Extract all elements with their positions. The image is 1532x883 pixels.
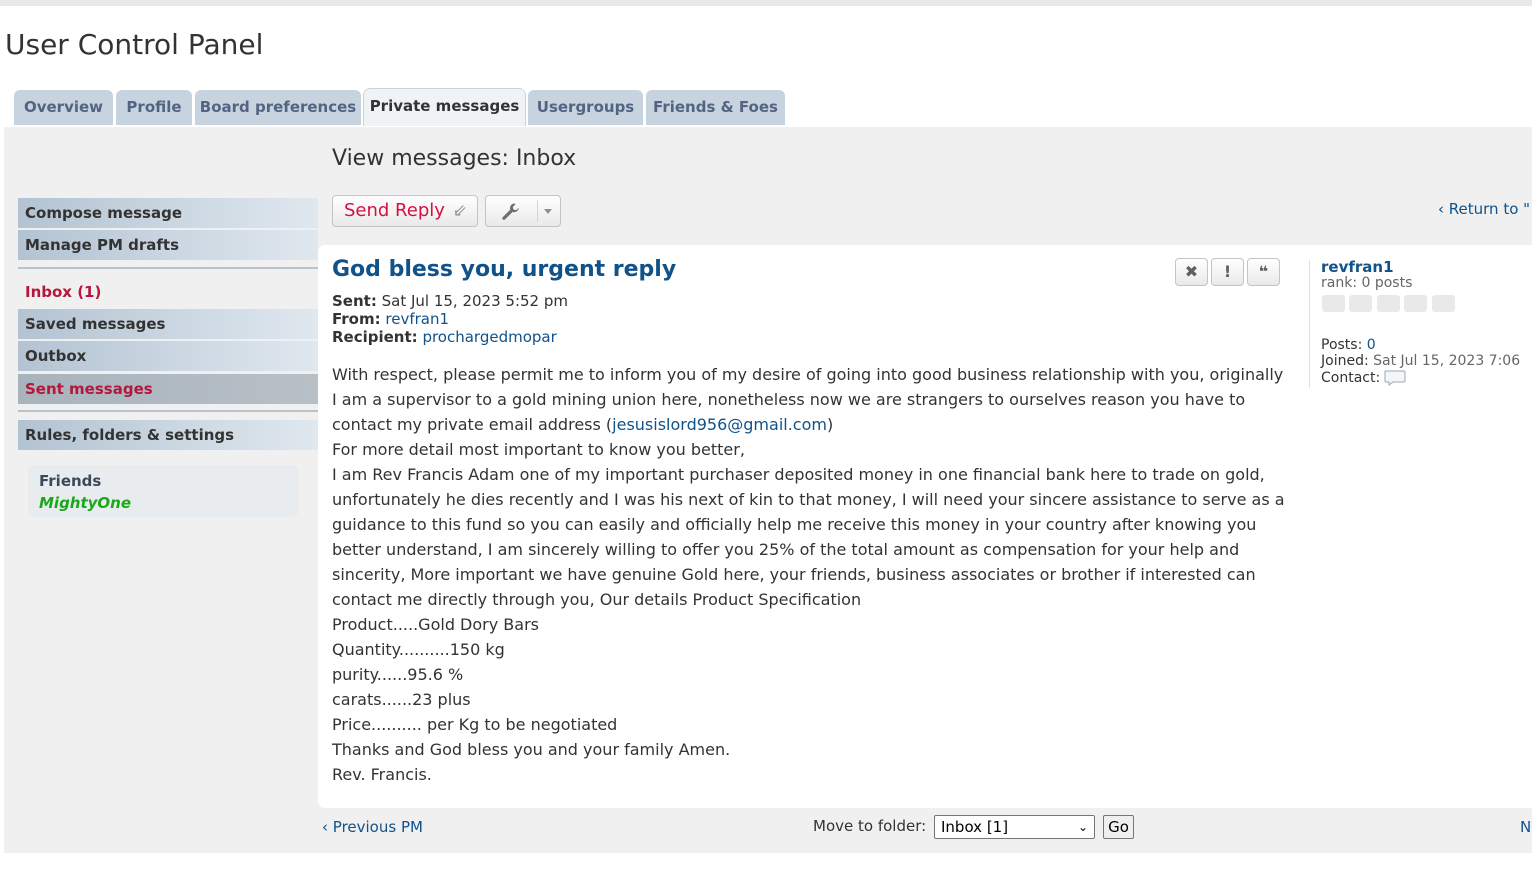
- recipient-label: Recipient:: [332, 328, 418, 346]
- chevron-down-icon: ⌄: [1077, 820, 1088, 834]
- sidebar-item-outbox[interactable]: Outbox: [18, 341, 318, 371]
- joined-value: Sat Jul 15, 2023 7:06: [1373, 353, 1521, 369]
- wrench-icon: [502, 203, 519, 220]
- sidebar-divider: [18, 410, 318, 412]
- delete-message-button[interactable]: ✖: [1175, 258, 1208, 286]
- rank-star-icon: [1377, 295, 1400, 312]
- contact-label: Contact:: [1321, 370, 1381, 386]
- author-contact: Contact:: [1321, 370, 1380, 386]
- message-line: purity......95.6 %: [332, 665, 464, 684]
- message-line: I am Rev Francis Adam one of my importan…: [332, 465, 1285, 609]
- author-rank: rank: 0 posts: [1321, 275, 1413, 291]
- author-posts: Posts: 0: [1321, 337, 1376, 353]
- message-paragraph: With respect, please permit me to inform…: [332, 362, 1292, 437]
- return-label: Return to ": [1448, 200, 1531, 218]
- folder-select[interactable]: Inbox [1] ⌄: [934, 815, 1095, 839]
- from-user-link[interactable]: revfran1: [385, 310, 449, 328]
- sidebar-item-inbox[interactable]: Inbox (1): [18, 277, 318, 307]
- next-pm-link[interactable]: N: [1520, 818, 1531, 836]
- sidebar-divider: [18, 267, 318, 269]
- message-line: For more detail most important to know y…: [332, 440, 745, 459]
- message-line: Thanks and God bless you and your family…: [332, 740, 731, 759]
- message-line: Product.....Gold Dory Bars: [332, 615, 539, 634]
- sidebar-item-rules-folders-settings[interactable]: Rules, folders & settings: [18, 420, 318, 450]
- from-info: From: revfran1: [332, 310, 449, 328]
- go-button[interactable]: Go: [1103, 815, 1134, 839]
- body-intro-end: ): [826, 415, 834, 434]
- quote-icon: ❝: [1258, 262, 1269, 281]
- from-label: From:: [332, 310, 381, 328]
- close-icon: ✖: [1184, 262, 1199, 281]
- posts-count-link[interactable]: 0: [1367, 337, 1376, 353]
- sidebar-item-sent-messages[interactable]: Sent messages: [18, 374, 318, 404]
- joined-label: Joined:: [1321, 353, 1369, 369]
- reply-arrow-icon: ⇙: [452, 201, 467, 221]
- recipient-user-link[interactable]: prochargedmopar: [422, 328, 556, 346]
- send-reply-button[interactable]: Send Reply ⇙: [332, 195, 478, 227]
- email-link[interactable]: jesusislord956@gmail.com: [612, 415, 827, 434]
- message-body: With respect, please permit me to inform…: [332, 362, 1292, 787]
- return-link[interactable]: ‹ Return to ": [1438, 200, 1530, 218]
- rank-star-icon: [1349, 295, 1372, 312]
- tab-usergroups[interactable]: Usergroups: [528, 90, 643, 125]
- folder-select-value: Inbox [1]: [941, 818, 1009, 836]
- tab-overview[interactable]: Overview: [14, 90, 113, 125]
- message-subject[interactable]: God bless you, urgent reply: [332, 257, 676, 282]
- sent-label: Sent:: [332, 292, 377, 310]
- view-title: View messages: Inbox: [332, 146, 577, 171]
- previous-pm-link[interactable]: ‹ Previous PM: [322, 818, 423, 836]
- sidebar-item-manage-pm-drafts[interactable]: Manage PM drafts: [18, 230, 318, 260]
- posts-label: Posts:: [1321, 337, 1363, 353]
- friends-title: Friends: [39, 472, 102, 490]
- top-bar: [0, 0, 1532, 6]
- chevron-down-icon: [544, 209, 552, 214]
- dropdown-divider: [537, 200, 538, 222]
- friends-list-box: Friends MightyOne: [28, 465, 298, 517]
- rank-star-icon: [1432, 295, 1455, 312]
- rank-star-icon: [1404, 295, 1427, 312]
- tools-dropdown-button[interactable]: [485, 195, 561, 227]
- quote-message-button[interactable]: ❝: [1247, 258, 1280, 286]
- chevron-left-icon: ‹: [1438, 200, 1449, 218]
- sidebar-item-compose-message[interactable]: Compose message: [18, 198, 318, 228]
- chevron-left-icon: ‹: [322, 818, 333, 836]
- message-line: Quantity..........150 kg: [332, 640, 505, 659]
- recipient-info: Recipient: prochargedmopar: [332, 328, 557, 346]
- friend-link[interactable]: MightyOne: [39, 494, 131, 512]
- message-line: Price.......... per Kg to be negotiated: [332, 715, 618, 734]
- tab-profile[interactable]: Profile: [116, 90, 192, 125]
- report-message-button[interactable]: !: [1211, 258, 1244, 286]
- send-reply-label: Send Reply: [344, 200, 445, 221]
- tab-board-preferences[interactable]: Board preferences: [195, 90, 361, 125]
- message-line: carats......23 plus: [332, 690, 471, 709]
- profile-divider: [1309, 260, 1310, 388]
- sidebar-item-saved-messages[interactable]: Saved messages: [18, 309, 318, 339]
- contact-speech-bubble-icon[interactable]: [1384, 370, 1406, 386]
- sent-info: Sent: Sat Jul 15, 2023 5:52 pm: [332, 292, 568, 310]
- move-to-folder-label: Move to folder:: [813, 817, 927, 835]
- tab-friends-foes[interactable]: Friends & Foes: [646, 90, 785, 125]
- author-joined: Joined: Sat Jul 15, 2023 7:06: [1321, 353, 1520, 369]
- exclamation-icon: !: [1223, 262, 1232, 281]
- tab-private-messages[interactable]: Private messages: [364, 89, 525, 126]
- previous-pm-label: Previous PM: [332, 818, 423, 836]
- page-title: User Control Panel: [5, 28, 264, 61]
- rank-star-icon: [1322, 295, 1345, 312]
- sent-value: Sat Jul 15, 2023 5:52 pm: [381, 292, 568, 310]
- message-line: Rev. Francis.: [332, 765, 432, 784]
- author-name-link[interactable]: revfran1: [1321, 258, 1394, 276]
